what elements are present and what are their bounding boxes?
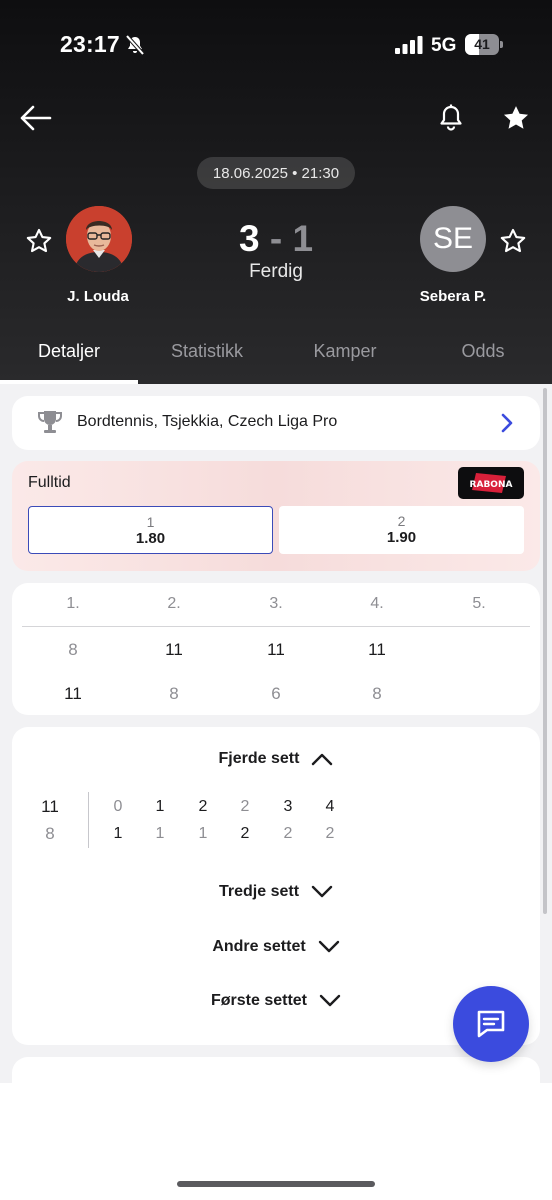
- set-header: 4.: [370, 595, 384, 612]
- bell-icon: [440, 104, 462, 131]
- accordion-title: Tredje sett: [218, 883, 300, 900]
- away-player-avatar[interactable]: SE: [420, 206, 486, 272]
- chevron-down-icon: [311, 885, 333, 898]
- away-point: 1: [198, 825, 208, 842]
- bookmaker-logo[interactable]: RABONA: [458, 467, 524, 499]
- accordion-title: Fjerde sett: [218, 750, 300, 767]
- home-player-name[interactable]: J. Louda: [48, 288, 148, 305]
- back-button[interactable]: [16, 100, 56, 136]
- home-point: 3: [283, 798, 293, 815]
- chevron-up-icon: [312, 753, 333, 766]
- odds-key: 2: [397, 513, 406, 529]
- scrollbar[interactable]: [543, 388, 547, 914]
- accordion-title: Første settet: [210, 992, 308, 1009]
- chevron-down-icon: [318, 940, 339, 953]
- chevron-right-icon: [501, 413, 513, 433]
- battery-level: 41: [474, 36, 490, 52]
- home-point: 2: [198, 798, 208, 815]
- home-point: 4: [325, 798, 335, 815]
- set-accordion-second[interactable]: Andre settet: [12, 935, 540, 959]
- score-separator: -: [269, 218, 283, 259]
- match-status: Ferdig: [249, 261, 303, 282]
- network-type: 5G: [431, 35, 457, 56]
- player-photo: [66, 206, 132, 272]
- home-set-total: 11: [41, 797, 59, 816]
- away-point: 1: [155, 825, 165, 842]
- home-point: 0: [113, 798, 123, 815]
- accordion-title: Andre settet: [212, 938, 306, 955]
- set-header: 5.: [472, 595, 486, 612]
- odds-option-away[interactable]: 2 1.90: [279, 506, 524, 554]
- home-point: 1: [155, 798, 165, 815]
- away-point: 1: [113, 825, 123, 842]
- rabona-logo: RABONA: [470, 473, 513, 493]
- home-score: 3: [238, 218, 260, 259]
- battery-icon: 41: [465, 34, 503, 55]
- notification-button[interactable]: [433, 100, 469, 136]
- away-score: 1: [292, 218, 314, 259]
- star-outline-icon: [26, 228, 52, 253]
- away-point: 2: [283, 825, 293, 842]
- mute-bell-icon: [125, 34, 145, 56]
- trophy-icon: [38, 411, 62, 433]
- set-header: 3.: [269, 595, 283, 612]
- divider: [88, 792, 89, 848]
- star-filled-icon: [503, 106, 529, 129]
- away-player-name[interactable]: Sebera P.: [403, 288, 503, 305]
- point-by-point-card: Fjerde sett 11 8 0 1 2 2 3 4 1 1 1 2 2 2…: [12, 727, 540, 1045]
- tab-odds[interactable]: Odds: [414, 341, 552, 362]
- match-header: 23:17 5G 41 18.06.2025 • 21:30 J. Louda …: [0, 0, 552, 384]
- match-score: 3 - 1: [226, 218, 326, 260]
- odds-market-label: Fulltid: [28, 474, 71, 491]
- favorite-away-button[interactable]: [496, 224, 530, 258]
- favorite-home-button[interactable]: [22, 224, 56, 258]
- league-row[interactable]: Bordtennis, Tsjekkia, Czech Liga Pro: [12, 396, 540, 450]
- divider: [22, 626, 530, 627]
- active-tab-indicator: [0, 380, 138, 384]
- match-datetime: 18.06.2025 • 21:30: [197, 157, 355, 189]
- star-outline-icon: [500, 228, 526, 253]
- odds-value: 1.80: [135, 530, 166, 547]
- chat-button[interactable]: [453, 986, 529, 1062]
- chevron-down-icon: [319, 994, 341, 1007]
- away-set-score: 8: [372, 684, 382, 703]
- tab-statistics[interactable]: Statistikk: [138, 341, 276, 362]
- home-player-avatar[interactable]: [66, 206, 132, 272]
- odds-card: Fulltid RABONA 1 1.80 2 1.90: [12, 461, 540, 571]
- away-set-score: 6: [271, 684, 281, 703]
- away-point: 2: [325, 825, 335, 842]
- away-set-total: 8: [45, 824, 55, 843]
- league-name: Bordtennis, Tsjekkia, Czech Liga Pro: [77, 413, 338, 430]
- home-point: 2: [240, 798, 250, 815]
- cellular-signal-icon: [395, 36, 423, 54]
- chat-icon: [477, 1010, 505, 1038]
- tab-details[interactable]: Detaljer: [0, 341, 138, 362]
- favorite-match-button[interactable]: [498, 100, 534, 136]
- odds-option-home[interactable]: 1 1.80: [28, 506, 273, 554]
- set-scores-card: 1. 2. 3. 4. 5. 8 11 11 11 11 8 6 8: [12, 583, 540, 715]
- away-point: 2: [240, 825, 250, 842]
- odds-key: 1: [146, 514, 155, 530]
- away-set-score: 11: [64, 684, 82, 703]
- svg-text:RABONA: RABONA: [470, 480, 513, 490]
- odds-value: 1.90: [386, 529, 417, 546]
- status-time: 23:17: [60, 31, 120, 57]
- set-accordion-fourth[interactable]: Fjerde sett: [12, 747, 540, 771]
- tab-matches[interactable]: Kamper: [276, 341, 414, 362]
- set-header: 1.: [66, 595, 80, 612]
- set-accordion-third[interactable]: Tredje sett: [12, 880, 540, 904]
- home-set-score: 8: [68, 640, 78, 659]
- away-set-score: 8: [169, 684, 179, 703]
- arrow-left-icon: [20, 105, 52, 131]
- home-indicator[interactable]: [177, 1181, 375, 1187]
- home-set-score: 11: [368, 640, 386, 659]
- home-set-score: 11: [165, 640, 183, 659]
- home-set-score: 11: [267, 640, 285, 659]
- set-header: 2.: [167, 595, 181, 612]
